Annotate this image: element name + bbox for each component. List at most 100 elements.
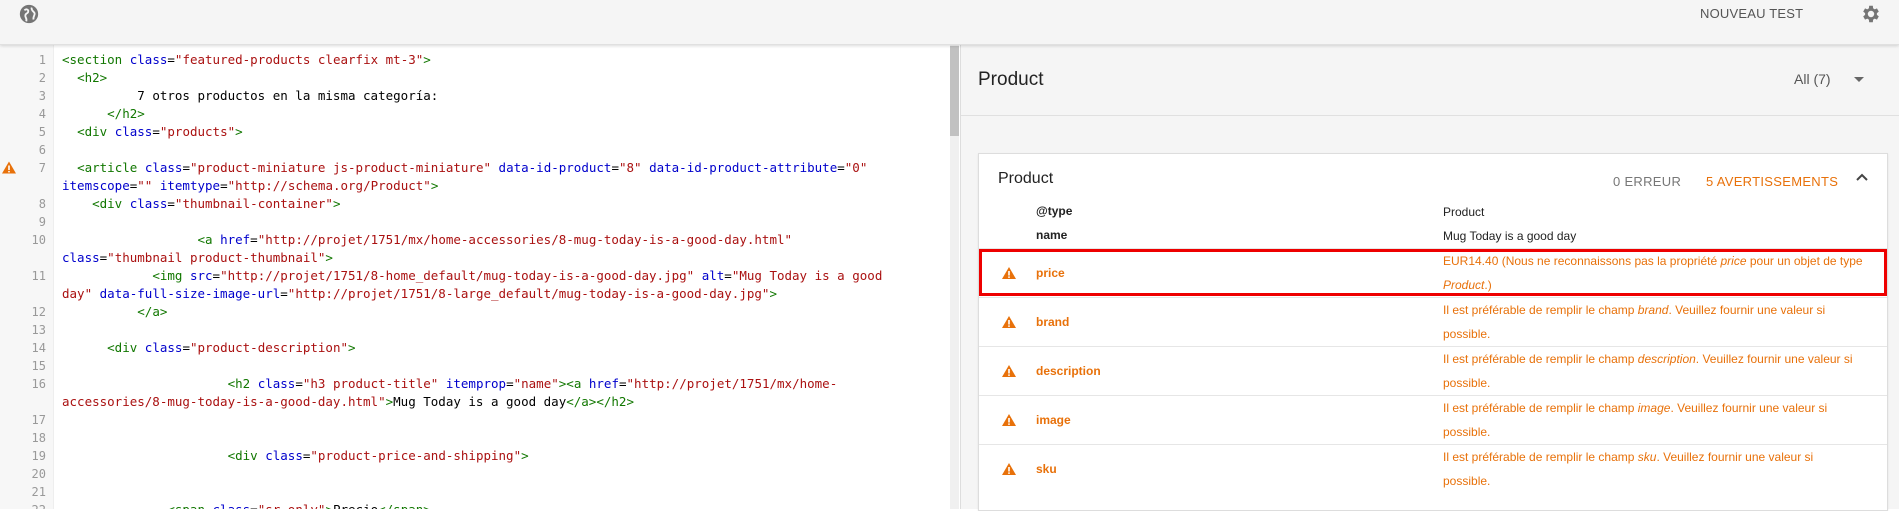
code-line: 3 7 otros productos en la misma categorí…: [0, 87, 960, 105]
line-number: 14: [31, 341, 46, 355]
line-number: 22: [0, 501, 62, 509]
warning-icon: [1002, 463, 1016, 475]
line-text: </a>: [137, 304, 168, 319]
line-text: <section class="featured-products clearf…: [62, 52, 431, 67]
line-number: 12: [31, 305, 46, 319]
chevron-up-icon[interactable]: [1855, 170, 1869, 184]
line-number: 9: [38, 215, 46, 229]
property-name: @type: [1036, 204, 1073, 218]
warning-icon: [2, 161, 16, 174]
line-number: 13: [31, 323, 46, 337]
line-text: [62, 321, 960, 339]
error-count[interactable]: 0 ERREUR: [1613, 174, 1681, 189]
code-line: 15: [0, 357, 960, 375]
chevron-down-icon[interactable]: [1854, 77, 1864, 82]
line-number: 4: [38, 107, 46, 121]
results-panel: Product All (7) Product 0 ERREUR 5 AVERT…: [960, 45, 1899, 511]
code-line: 9: [0, 213, 960, 231]
line-text: <div class="product-description">: [107, 340, 356, 355]
code-line: 17: [0, 411, 960, 429]
line-text: <h2>: [77, 70, 108, 85]
line-number: 3: [38, 89, 46, 103]
code-line: 11 <img src="http://projet/1751/8-home_d…: [0, 267, 960, 303]
code-line: 12 </a>: [0, 303, 960, 321]
property-rows: @type Product name Mug Today is a good day p…: [979, 200, 1887, 493]
line-number: 6: [38, 143, 46, 157]
property-row-price[interactable]: price EUR14.40 (Nous ne reconnaissons pas…: [979, 248, 1887, 297]
line-number: 5: [38, 125, 46, 139]
line-text: <span class="sr-only">Precio</span>: [62, 501, 960, 509]
line-text: <article class="product-miniature js-pro…: [62, 160, 868, 193]
line-text: <div class="product-price-and-shipping">: [227, 448, 529, 463]
filter-dropdown[interactable]: All (7): [1794, 71, 1831, 87]
line-text: <h2 class="h3 product-title" itemprop="n…: [62, 376, 838, 409]
property-name: sku: [1036, 462, 1057, 476]
line-text: [62, 483, 960, 501]
code-line: 4 </h2>: [0, 105, 960, 123]
code-line: 7 <article class="product-miniature js-p…: [0, 159, 960, 195]
line-number: 21: [31, 485, 46, 499]
line-text: </h2>: [107, 106, 145, 121]
property-value: Il est préférable de remplir le champ de…: [1443, 352, 1853, 390]
line-number: 17: [31, 413, 46, 427]
code-line: 20: [0, 465, 960, 483]
line-text: [62, 429, 960, 447]
line-text: [62, 141, 960, 159]
line-number: 19: [31, 449, 46, 463]
property-row-name[interactable]: name Mug Today is a good day: [979, 224, 1887, 248]
property-value: Il est préférable de remplir le champ im…: [1443, 401, 1828, 439]
warning-count[interactable]: 5 AVERTISSEMENTS: [1706, 174, 1838, 189]
card-title[interactable]: Product: [998, 170, 1053, 188]
property-row-sku[interactable]: sku Il est préférable de remplir le champ…: [979, 444, 1887, 493]
line-number: 11: [31, 269, 46, 283]
line-text: [62, 357, 960, 375]
code-line: 18: [0, 429, 960, 447]
top-bar: NOUVEAU TEST: [0, 0, 1899, 45]
property-value: Il est préférable de remplir le champ br…: [1443, 303, 1826, 341]
property-name: name: [1036, 228, 1068, 242]
code-line: 1 <section class="featured-products clear…: [0, 51, 960, 69]
product-card: Product 0 ERREUR 5 AVERTISSEMENTS @type P…: [978, 153, 1888, 511]
globe-icon[interactable]: [18, 3, 40, 25]
warning-icon: [1002, 414, 1016, 426]
divider: [961, 115, 1899, 116]
line-number: 10: [31, 233, 46, 247]
line-text: [62, 411, 960, 429]
line-number: 15: [31, 359, 46, 373]
property-value: Il est préférable de remplir le champ sk…: [1443, 450, 1814, 488]
line-number: 16: [31, 377, 46, 391]
property-value: Mug Today is a good day: [1443, 229, 1577, 243]
line-number: 18: [31, 431, 46, 445]
gear-icon[interactable]: [1860, 3, 1882, 25]
property-row-brand[interactable]: brand Il est préférable de remplir le cha…: [979, 297, 1887, 346]
property-row-type[interactable]: @type Product: [979, 200, 1887, 224]
line-text: [62, 465, 960, 483]
line-number: 20: [31, 467, 46, 481]
property-row-image[interactable]: image Il est préférable de remplir le cha…: [979, 395, 1887, 444]
line-text: 7 otros productos en la misma categoría:: [62, 88, 439, 103]
line-text: <img src="http://projet/1751/8-home_defa…: [62, 268, 883, 301]
warning-icon: [1002, 316, 1016, 328]
code-line: 5 <div class="products">: [0, 123, 960, 141]
code-line: 21: [0, 483, 960, 501]
new-test-button[interactable]: NOUVEAU TEST: [1700, 6, 1803, 22]
code-editor[interactable]: 1 <section class="featured-products clear…: [0, 45, 960, 509]
code-line: 13: [0, 321, 960, 339]
code-scrollbar-thumb[interactable]: [950, 46, 959, 136]
warning-icon: [1002, 365, 1016, 377]
property-name: brand: [1036, 315, 1070, 329]
property-row-description[interactable]: description Il est préférable de remplir …: [979, 346, 1887, 395]
line-text: [62, 213, 960, 231]
property-name: image: [1036, 413, 1071, 427]
line-text: <div class="products">: [77, 124, 243, 139]
code-line: 19 <div class="product-price-and-shippin…: [0, 447, 960, 465]
line-number: 8: [38, 197, 46, 211]
results-title: Product: [978, 69, 1044, 90]
property-value: Product: [1443, 205, 1485, 219]
highlight-box: [979, 249, 1887, 296]
code-line: 6: [0, 141, 960, 159]
code-line: 22 <span class="sr-only">Precio</span>: [0, 501, 960, 509]
code-line: 8 <div class="thumbnail-container">: [0, 195, 960, 213]
property-name: description: [1036, 364, 1101, 378]
line-number: 1: [38, 53, 46, 67]
